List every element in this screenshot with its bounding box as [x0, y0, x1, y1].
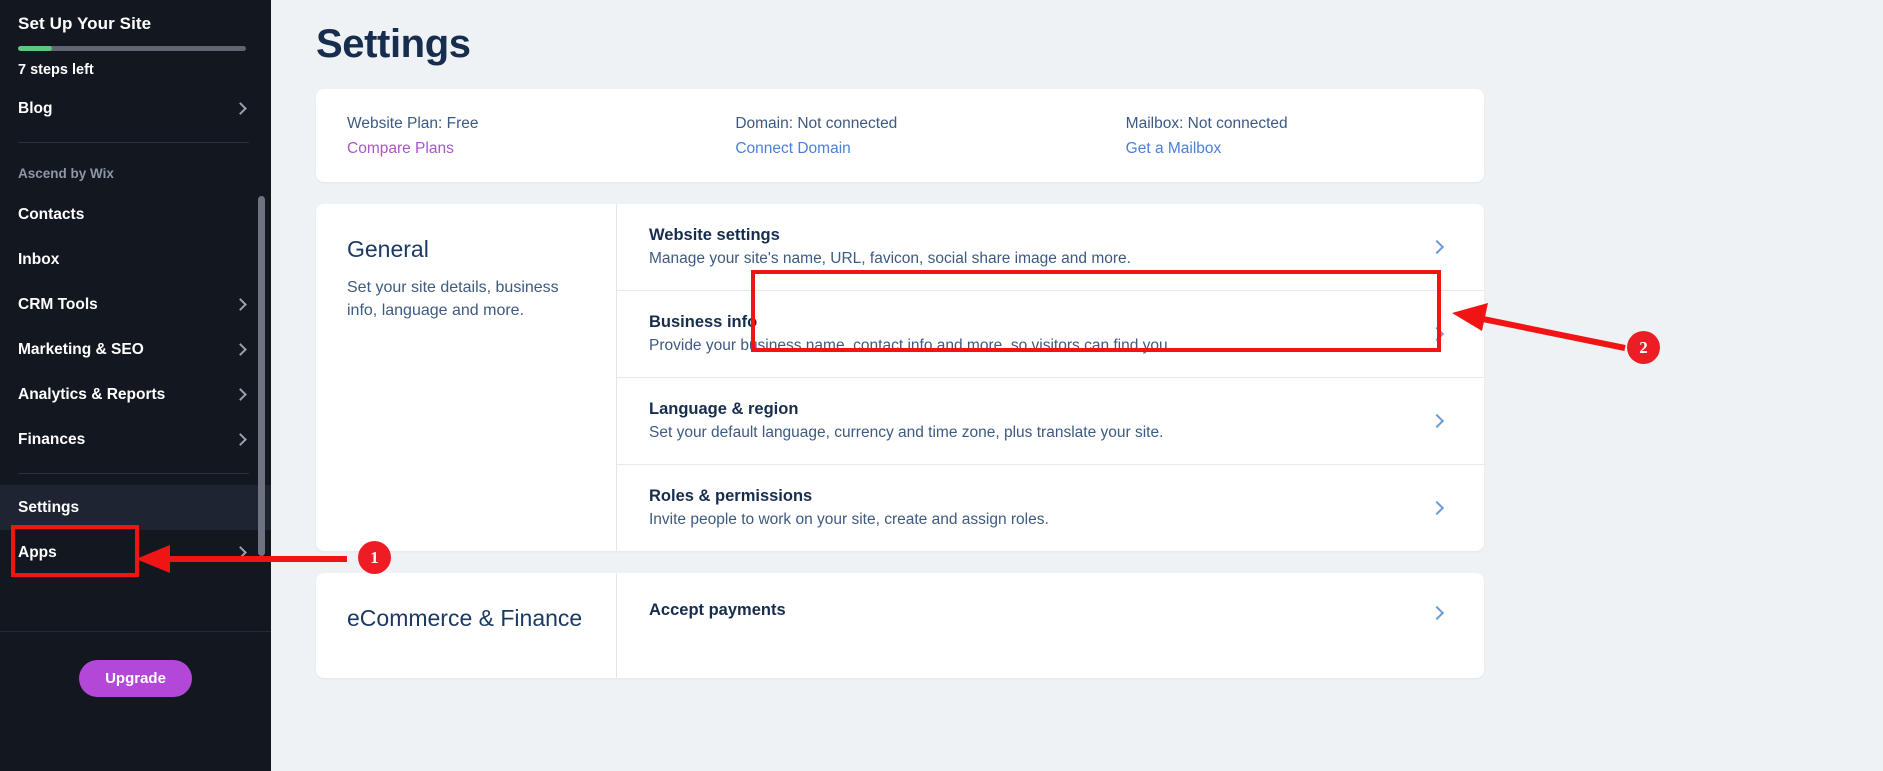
row-language-region[interactable]: Language & region Set your default langu…: [617, 378, 1484, 465]
section-description: Set your site details, business info, la…: [347, 279, 559, 319]
sidebar: Set Up Your Site 7 steps left Blog Ascen…: [0, 0, 271, 771]
row-text: Language & region Set your default langu…: [649, 400, 1432, 442]
site-status-card: Website Plan: Free Compare Plans Domain:…: [316, 89, 1484, 182]
sidebar-item-label: Finances: [18, 430, 86, 448]
sidebar-item-label: Contacts: [18, 205, 85, 223]
row-title: Language & region: [649, 400, 799, 418]
section-heading: eCommerce & Finance: [347, 605, 583, 631]
sidebar-item-label: CRM Tools: [18, 295, 98, 313]
sidebar-section-ascend-by-wix: Ascend by Wix: [0, 154, 271, 192]
sidebar-item-analytics-reports[interactable]: Analytics & Reports: [0, 372, 271, 417]
annotation-badge-1: 1: [358, 541, 391, 574]
status-column-domain: Domain: Not connected Connect Domain: [705, 115, 1093, 158]
sidebar-item-label: Apps: [18, 543, 57, 561]
chevron-right-icon: [1429, 605, 1445, 621]
row-title: Roles & permissions: [649, 487, 813, 505]
page-title: Settings: [316, 22, 471, 66]
sidebar-item-settings[interactable]: Settings: [0, 485, 271, 530]
row-accept-payments[interactable]: Accept payments: [617, 573, 1484, 653]
chevron-right-icon: [234, 102, 247, 115]
get-a-mailbox-link[interactable]: Get a Mailbox: [1126, 140, 1222, 158]
section-heading: General: [347, 236, 429, 262]
setup-steps-left: 7 steps left: [18, 62, 94, 78]
row-business-info[interactable]: Business info Provide your business name…: [617, 291, 1484, 378]
sidebar-nav: Blog Ascend by Wix Contacts Inbox CRM To…: [0, 86, 271, 575]
row-description: Set your default language, currency and …: [649, 424, 1164, 441]
sidebar-footer: Upgrade: [0, 631, 271, 771]
row-title: Business info: [649, 313, 758, 331]
row-text: Website settings Manage your site's name…: [649, 226, 1432, 268]
status-label: Domain: Not connected: [735, 115, 898, 132]
setup-progress-bar: [18, 46, 246, 51]
chevron-right-icon: [234, 546, 247, 559]
setup-title: Set Up Your Site: [18, 14, 152, 33]
sidebar-item-contacts[interactable]: Contacts: [0, 192, 271, 237]
section-general-rows: Website settings Manage your site's name…: [616, 204, 1484, 551]
status-label: Website Plan: Free: [347, 115, 479, 132]
section-ecommerce-finance: eCommerce & Finance Accept payments: [316, 573, 1484, 678]
row-text: Roles & permissions Invite people to wor…: [649, 487, 1432, 529]
status-column-mailbox: Mailbox: Not connected Get a Mailbox: [1094, 115, 1484, 158]
row-website-settings[interactable]: Website settings Manage your site's name…: [617, 204, 1484, 291]
row-description: Manage your site's name, URL, favicon, s…: [649, 250, 1131, 267]
app-root: Set Up Your Site 7 steps left Blog Ascen…: [0, 0, 1883, 771]
chevron-right-icon: [234, 343, 247, 356]
row-title: Website settings: [649, 226, 780, 244]
chevron-right-icon: [234, 433, 247, 446]
status-column-plan: Website Plan: Free Compare Plans: [316, 115, 705, 158]
section-general: General Set your site details, business …: [316, 204, 1484, 551]
row-description: Provide your business name, contact info…: [649, 337, 1172, 354]
sidebar-item-label: Analytics & Reports: [18, 385, 166, 403]
compare-plans-link[interactable]: Compare Plans: [347, 140, 454, 158]
sidebar-item-inbox[interactable]: Inbox: [0, 237, 271, 282]
chevron-right-icon: [1429, 500, 1445, 516]
setup-your-site-block: Set Up Your Site 7 steps left: [0, 0, 271, 78]
row-roles-permissions[interactable]: Roles & permissions Invite people to wor…: [617, 465, 1484, 551]
row-description: Invite people to work on your site, crea…: [649, 511, 1049, 528]
sidebar-item-label: Settings: [18, 498, 80, 516]
sidebar-scrollbar-thumb[interactable]: [258, 196, 265, 556]
connect-domain-link[interactable]: Connect Domain: [735, 140, 850, 158]
chevron-right-icon: [234, 388, 247, 401]
annotation-badge-2: 2: [1627, 331, 1660, 364]
main-content: Settings Website Plan: Free Compare Plan…: [271, 0, 1883, 771]
chevron-right-icon: [1429, 413, 1445, 429]
sidebar-item-label: Inbox: [18, 250, 60, 268]
sidebar-item-apps[interactable]: Apps: [0, 530, 271, 575]
sidebar-item-finances[interactable]: Finances: [0, 417, 271, 462]
chevron-right-icon: [234, 298, 247, 311]
section-ecommerce-info: eCommerce & Finance: [316, 573, 616, 678]
setup-progress-fill: [18, 46, 53, 51]
row-text: Accept payments: [649, 601, 1432, 625]
chevron-right-icon: [1429, 326, 1445, 342]
chevron-right-icon: [1429, 239, 1445, 255]
upgrade-button[interactable]: Upgrade: [79, 660, 192, 697]
sidebar-item-crm-tools[interactable]: CRM Tools: [0, 282, 271, 327]
section-general-info: General Set your site details, business …: [316, 204, 616, 551]
sidebar-divider: [18, 473, 249, 474]
sidebar-item-blog[interactable]: Blog: [0, 86, 271, 131]
sidebar-divider: [18, 142, 249, 143]
row-title: Accept payments: [649, 601, 786, 619]
section-ecommerce-rows: Accept payments: [616, 573, 1484, 678]
row-text: Business info Provide your business name…: [649, 313, 1432, 355]
sidebar-item-label: Marketing & SEO: [18, 340, 144, 358]
sidebar-section-label: Ascend by Wix: [18, 165, 114, 181]
sidebar-item-label: Blog: [18, 99, 53, 117]
sidebar-item-marketing-seo[interactable]: Marketing & SEO: [0, 327, 271, 372]
status-label: Mailbox: Not connected: [1125, 115, 1288, 132]
